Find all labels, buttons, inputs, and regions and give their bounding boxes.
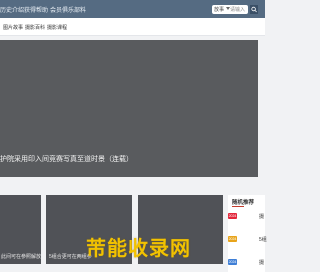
search-category-select[interactable]: 放事: [214, 6, 224, 13]
site-watermark: 芾能收录网: [86, 238, 191, 260]
recommendation-link[interactable]: 5组: [259, 236, 267, 243]
search-icon: [251, 6, 257, 13]
featured-slide-title[interactable]: 护院采用印入间竞赛写真至道时景（连载）: [0, 154, 133, 164]
subnav-photo-courses[interactable]: 摄影课程: [47, 24, 67, 31]
secondary-navigation: 图片故事 摄影百科 摄影课程: [0, 18, 265, 36]
date-badge: 2024: [228, 213, 237, 219]
search-button[interactable]: [250, 5, 258, 14]
recommendation-link[interactable]: 摄: [259, 259, 264, 266]
nav-club[interactable]: 会员俱乐部料: [50, 5, 86, 14]
title-underline: [232, 206, 244, 207]
subnav-picture-stories[interactable]: 图片故事: [3, 24, 23, 31]
date-badge: 2024: [228, 259, 237, 265]
featured-slide[interactable]: 护院采用印入间竞赛写真至道时景（连载）: [0, 40, 258, 177]
search-input[interactable]: 请输入: [230, 6, 245, 13]
random-recommendations-panel: 随机推荐 2024 摄 2024 5组 2024 摄: [228, 195, 267, 272]
panel-title: 随机推荐: [232, 200, 255, 206]
article-card-caption[interactable]: 此间可在参照解放用: [0, 253, 41, 260]
nav-help[interactable]: 获得帮助: [24, 5, 48, 14]
nav-history[interactable]: 历史介绍: [0, 5, 24, 14]
recommendation-link[interactable]: 摄: [259, 213, 264, 220]
subnav-photo-encyclopedia[interactable]: 摄影百科: [25, 24, 45, 31]
top-navigation-bar: 历史介绍 获得帮助 会员俱乐部料 放事 请输入: [0, 0, 265, 18]
article-card[interactable]: 此间可在参照解放用: [0, 195, 41, 264]
search-box: 放事 请输入: [212, 5, 248, 14]
date-badge: 2024: [228, 236, 237, 242]
